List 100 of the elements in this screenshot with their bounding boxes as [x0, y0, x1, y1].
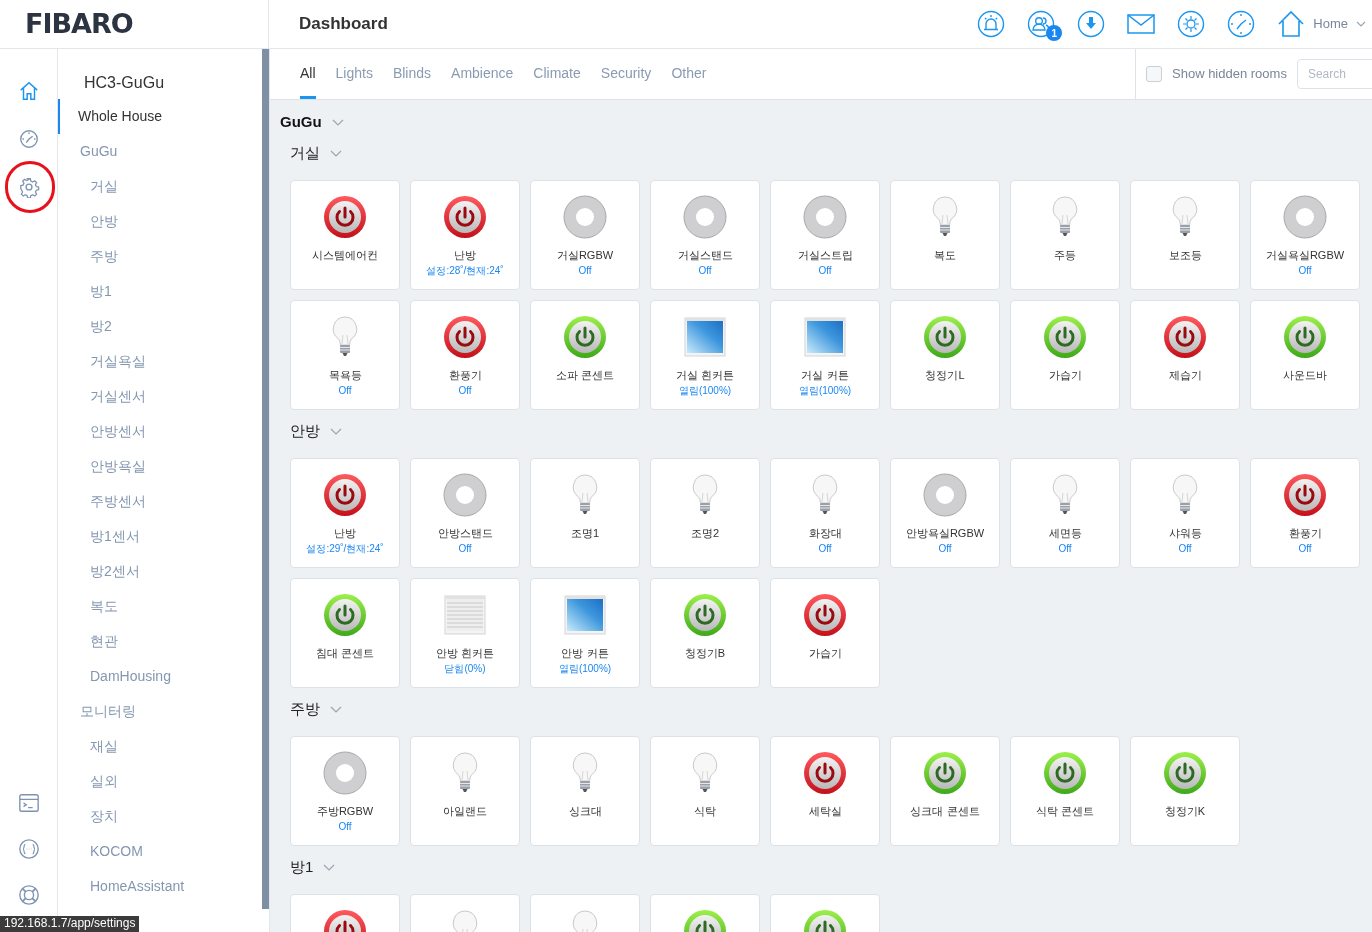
device-tile[interactable]: 난방 설정:28˚/현재:24˚: [410, 180, 520, 290]
device-tile[interactable]: 가습기: [1010, 300, 1120, 410]
chevron-icon[interactable]: [330, 427, 342, 435]
device-tile[interactable]: 샤워등 Off: [1130, 458, 1240, 568]
dashboard-icon[interactable]: [17, 128, 40, 150]
braces-icon[interactable]: [17, 838, 40, 860]
checkbox[interactable]: [1146, 66, 1162, 82]
sun-icon[interactable]: [1177, 10, 1206, 38]
device-name: 가습기: [808, 646, 842, 660]
filter-tab[interactable]: All: [300, 49, 316, 99]
device-name: 거실욕실RGBW: [1265, 248, 1345, 262]
device-tile[interactable]: 복도: [890, 180, 1000, 290]
device-tile[interactable]: 가습기: [770, 578, 880, 688]
device-tile[interactable]: 사운드바: [1250, 300, 1360, 410]
terminal-icon[interactable]: [17, 792, 40, 814]
device-tile[interactable]: 아일랜드: [410, 736, 520, 846]
scrollbar[interactable]: [262, 49, 269, 909]
device-status: Off: [818, 543, 832, 555]
device-tile[interactable]: 침대 콘센트: [290, 578, 400, 688]
device-name: 보조등: [1168, 248, 1202, 262]
device-status: 설정:28˚/현재:24˚: [426, 265, 504, 277]
notification-badge: 1: [1046, 25, 1063, 41]
device-tile[interactable]: 식탁 콘센트: [1010, 736, 1120, 846]
lifebuoy-icon[interactable]: [17, 884, 40, 906]
device-tile[interactable]: 세탁실: [770, 736, 880, 846]
device-tile[interactable]: 식탁: [650, 736, 760, 846]
alarm-icon[interactable]: [977, 10, 1006, 38]
search-field[interactable]: Search: [1296, 59, 1372, 89]
device-tile[interactable]: 목욕등 Off: [290, 300, 400, 410]
device-status: 열림(100%): [798, 385, 852, 397]
device-name: 복도: [934, 248, 956, 262]
device-status: 열림(100%): [558, 663, 612, 675]
settings-icon[interactable]: [17, 176, 40, 198]
location-dropdown[interactable]: Home: [1313, 14, 1366, 34]
device-tile[interactable]: 싱크대 콘센트: [890, 736, 1000, 846]
device-name: 아일랜드: [443, 804, 487, 818]
light-bulb-icon: [1050, 195, 1080, 239]
device-status: 닫힘(0%): [444, 663, 486, 675]
device-status: Off: [1058, 543, 1072, 555]
device-tile[interactable]: 거실욕실RGBW Off: [1250, 180, 1360, 290]
chevron-icon[interactable]: [330, 149, 342, 157]
device-tile[interactable]: 화장대 Off: [770, 458, 880, 568]
device-tile[interactable]: 조명2: [650, 458, 760, 568]
device-name: 거실 흰커튼: [675, 368, 735, 382]
room-heading: 안방: [290, 420, 320, 441]
device-name: 거실 커튼: [801, 368, 849, 382]
device-status: Off: [1178, 543, 1192, 555]
device-tile[interactable]: 청정기B: [650, 578, 760, 688]
device-status: 설정:29˚/현재:24˚: [306, 543, 384, 555]
device-tile[interactable]: 환풍기 Off: [1250, 458, 1360, 568]
device-tile[interactable]: 제습기: [1130, 300, 1240, 410]
device-tile[interactable]: 보조등: [1130, 180, 1240, 290]
chevron-icon[interactable]: [323, 863, 336, 871]
checkbox-label[interactable]: Show hidden rooms: [1172, 64, 1287, 84]
device-name: 안방 흰커튼: [435, 646, 495, 660]
device-tile[interactable]: 거실 커튼 열림(100%): [770, 300, 880, 410]
device-name: 싱크대: [568, 804, 602, 818]
device-tile[interactable]: 안방 커튼 열림(100%): [530, 578, 640, 688]
device-tile[interactable]: 거실 흰커튼 열림(100%): [650, 300, 760, 410]
sidebar-title: HC3-GuGu: [83, 73, 166, 93]
chevron-icon[interactable]: [330, 705, 342, 713]
device-tile[interactable]: 난방 설정:29˚/현재:24˚: [290, 458, 400, 568]
download-icon[interactable]: [1077, 10, 1106, 38]
light-bulb-icon: [930, 195, 960, 239]
room-heading: 거실: [290, 142, 320, 163]
device-tile[interactable]: 주방RGBW Off: [290, 736, 400, 846]
light-bulb-icon: [570, 473, 600, 517]
device-status: Off: [458, 385, 472, 397]
device-tile[interactable]: 거실RGBW Off: [530, 180, 640, 290]
device-name: 안방욕실RGBW: [905, 526, 985, 540]
disc-icon: [1283, 195, 1327, 239]
device-tile[interactable]: 청정기L: [890, 300, 1000, 410]
device-name: 세면등: [1048, 526, 1082, 540]
device-name: 시스템에어컨: [312, 248, 378, 262]
device-name: 가습기: [1048, 368, 1082, 382]
device-status: Off: [338, 821, 352, 833]
device-name: 환풍기: [448, 368, 482, 382]
device-tile[interactable]: 거실스탠드 Off: [650, 180, 760, 290]
device-status: Off: [458, 543, 472, 555]
device-tile[interactable]: 안방욕실RGBW Off: [890, 458, 1000, 568]
clock-icon[interactable]: [1227, 10, 1256, 38]
chevron-icon[interactable]: [331, 118, 344, 126]
device-tile[interactable]: 청정기K: [1130, 736, 1240, 846]
users-icon[interactable]: [1027, 10, 1056, 38]
home-icon[interactable]: [1277, 10, 1306, 38]
device-tile[interactable]: 거실스트립 Off: [770, 180, 880, 290]
device-tile[interactable]: 안방스탠드 Off: [410, 458, 520, 568]
device-tile[interactable]: 안방 흰커튼 닫힘(0%): [410, 578, 520, 688]
device-tile[interactable]: 세면등 Off: [1010, 458, 1120, 568]
section-heading: GuGu: [280, 111, 322, 132]
device-tile[interactable]: 소파 콘센트: [530, 300, 640, 410]
device-tile[interactable]: 주등: [1010, 180, 1120, 290]
device-tile[interactable]: 싱크대: [530, 736, 640, 846]
device-tile[interactable]: 환풍기 Off: [410, 300, 520, 410]
device-tile[interactable]: 시스템에어컨: [290, 180, 400, 290]
device-tile[interactable]: 조명1: [530, 458, 640, 568]
device-status: 열림(100%): [678, 385, 732, 397]
device-name: 주방RGBW: [316, 804, 374, 818]
home-icon[interactable]: [17, 80, 40, 102]
disc-icon: [683, 195, 727, 239]
